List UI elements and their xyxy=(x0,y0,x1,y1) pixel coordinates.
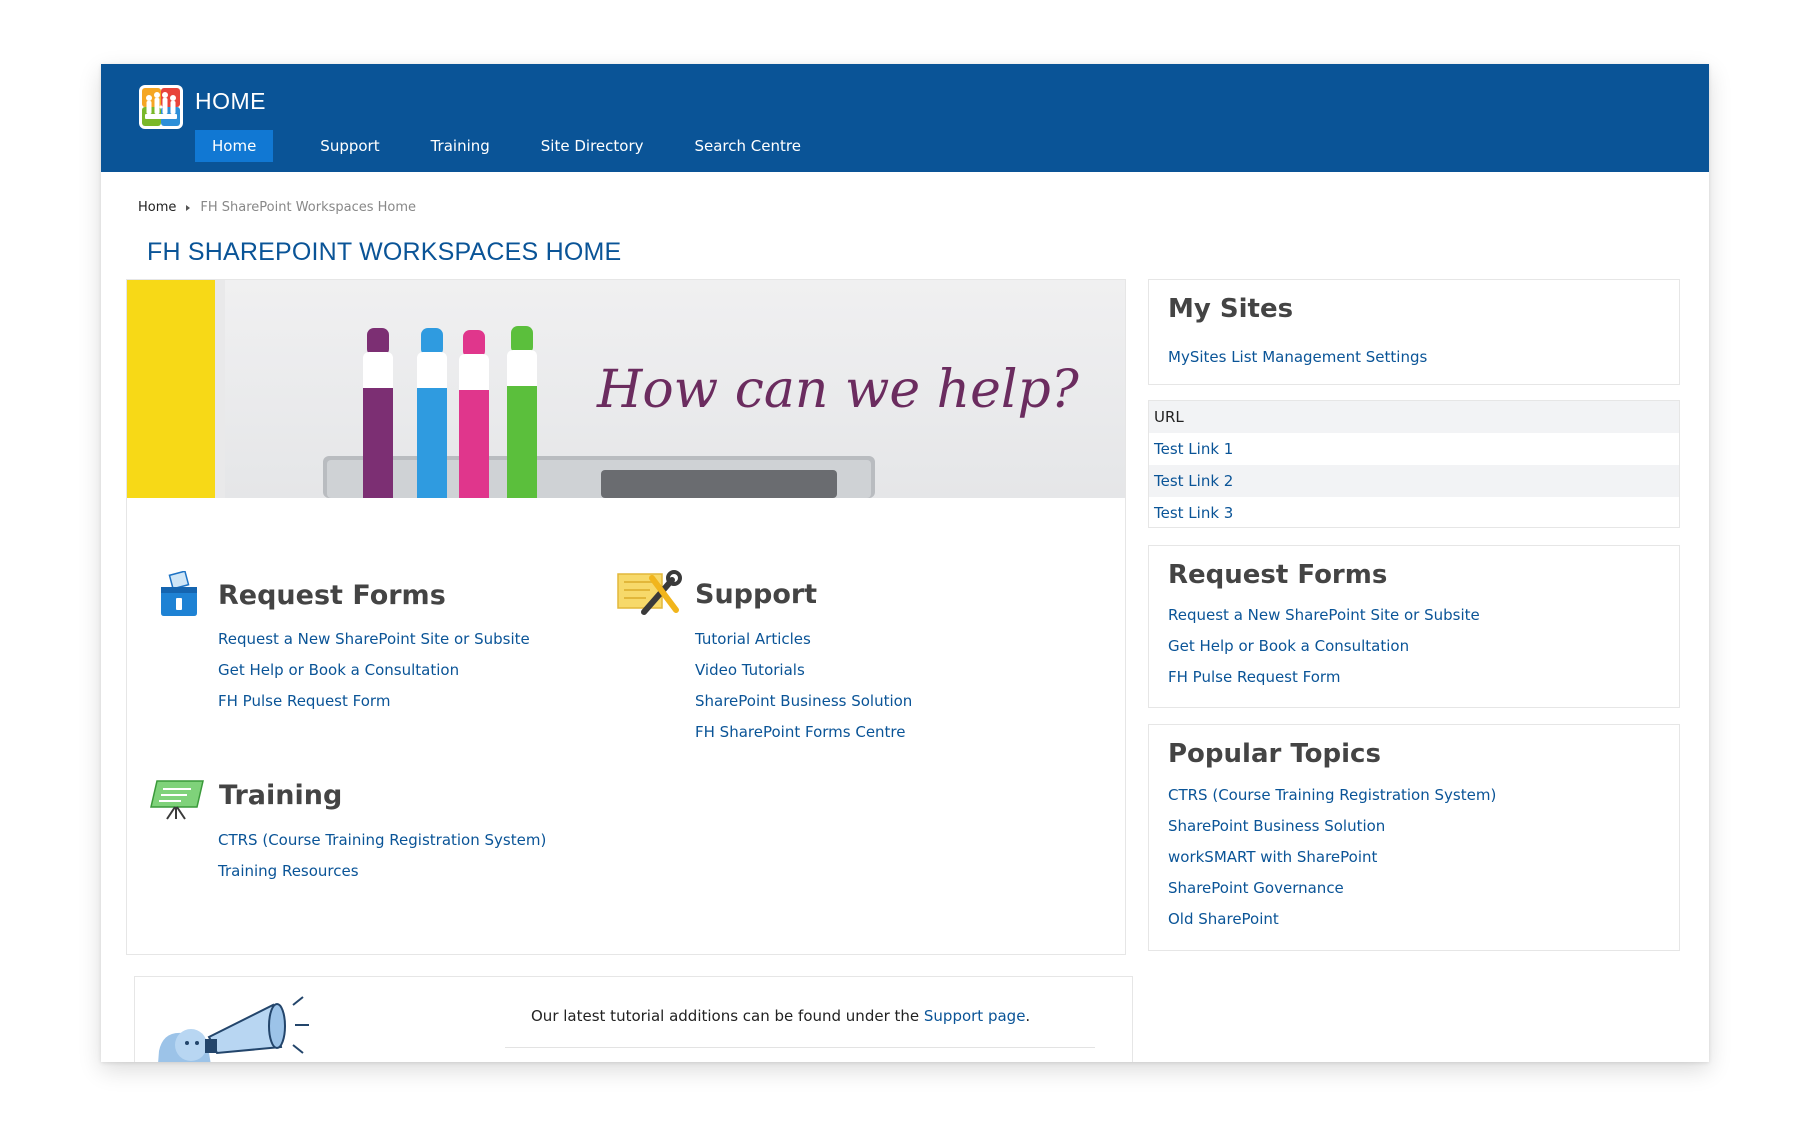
top-header: HOME Home Support Training Site Director… xyxy=(101,64,1709,172)
my-sites-heading: My Sites xyxy=(1168,294,1294,324)
breadcrumb-current: FH SharePoint Workspaces Home xyxy=(200,200,417,215)
tools-icon xyxy=(617,570,682,615)
breadcrumb: Home FH SharePoint Workspaces Home xyxy=(138,200,416,215)
announcement-text-after: . xyxy=(1025,1007,1031,1025)
nav-home[interactable]: Home xyxy=(195,130,274,162)
training-link-2[interactable]: Training Resources xyxy=(218,862,359,880)
support-link-2[interactable]: Video Tutorials xyxy=(695,661,805,679)
sidebar-request-link-1[interactable]: Request a New SharePoint Site or Subsite xyxy=(1168,606,1480,624)
url-row-3[interactable]: Test Link 3 xyxy=(1149,497,1679,529)
nav-site-directory[interactable]: Site Directory xyxy=(524,130,661,162)
request-forms-link-2[interactable]: Get Help or Book a Consultation xyxy=(218,661,459,679)
popular-topic-link-2[interactable]: SharePoint Business Solution xyxy=(1168,817,1385,835)
training-link-1[interactable]: CTRS (Course Training Registration Syste… xyxy=(218,831,546,849)
sidebar-request-forms-heading: Request Forms xyxy=(1168,560,1388,590)
url-row-2[interactable]: Test Link 2 xyxy=(1149,465,1679,497)
presentation-board-icon xyxy=(150,780,204,820)
ballot-box-icon xyxy=(161,571,197,616)
nav-support[interactable]: Support xyxy=(303,130,396,162)
breadcrumb-home[interactable]: Home xyxy=(138,200,176,215)
support-link-1[interactable]: Tutorial Articles xyxy=(695,630,811,648)
site-title: HOME xyxy=(195,88,266,114)
popular-topic-link-5[interactable]: Old SharePoint xyxy=(1168,910,1279,928)
announcement-divider xyxy=(505,1047,1095,1048)
people-logo-icon xyxy=(139,85,183,129)
browser-frame: HOME Home Support Training Site Director… xyxy=(101,64,1709,1062)
sidebar-request-link-3[interactable]: FH Pulse Request Form xyxy=(1168,668,1340,686)
support-page-link[interactable]: Support page xyxy=(924,1007,1026,1025)
sidebar-request-link-2[interactable]: Get Help or Book a Consultation xyxy=(1168,637,1409,655)
announcement-panel: Our latest tutorial additions can be fou… xyxy=(134,976,1133,1062)
top-nav: Home Support Training Site Directory Sea… xyxy=(195,130,835,162)
main-content-panel: How can we help? Request Forms Request a… xyxy=(126,279,1126,955)
support-link-3[interactable]: SharePoint Business Solution xyxy=(695,692,912,710)
support-heading: Support xyxy=(695,579,818,610)
mysites-settings-link[interactable]: MySites List Management Settings xyxy=(1168,348,1427,366)
request-forms-heading: Request Forms xyxy=(218,580,446,611)
url-list-table: URL Test Link 1 Test Link 2 Test Link 3 xyxy=(1148,400,1680,528)
training-heading: Training xyxy=(219,780,343,811)
hero-banner: How can we help? xyxy=(127,280,1125,498)
breadcrumb-separator-icon xyxy=(186,204,191,211)
announcement-text: Our latest tutorial additions can be fou… xyxy=(531,1007,1030,1025)
megaphone-icon xyxy=(158,996,309,1062)
url-row-1[interactable]: Test Link 1 xyxy=(1149,433,1679,465)
popular-topics-heading: Popular Topics xyxy=(1168,739,1381,769)
popular-topics-card: Popular Topics CTRS (Course Training Reg… xyxy=(1148,724,1680,951)
page-title: FH SHAREPOINT WORKSPACES HOME xyxy=(147,238,622,266)
popular-topic-link-3[interactable]: workSMART with SharePoint xyxy=(1168,848,1377,866)
support-link-4[interactable]: FH SharePoint Forms Centre xyxy=(695,723,906,741)
hero-text: How can we help? xyxy=(597,360,1079,420)
nav-training[interactable]: Training xyxy=(414,130,507,162)
my-sites-card: My Sites MySites List Management Setting… xyxy=(1148,279,1680,385)
request-forms-link-1[interactable]: Request a New SharePoint Site or Subsite xyxy=(218,630,530,648)
popular-topic-link-4[interactable]: SharePoint Governance xyxy=(1168,879,1344,897)
request-forms-card: Request Forms Request a New SharePoint S… xyxy=(1148,545,1680,708)
nav-search-centre[interactable]: Search Centre xyxy=(677,130,817,162)
url-column-header: URL xyxy=(1149,401,1679,433)
request-forms-link-3[interactable]: FH Pulse Request Form xyxy=(218,692,390,710)
popular-topic-link-1[interactable]: CTRS (Course Training Registration Syste… xyxy=(1168,786,1496,804)
announcement-text-before: Our latest tutorial additions can be fou… xyxy=(531,1007,924,1025)
